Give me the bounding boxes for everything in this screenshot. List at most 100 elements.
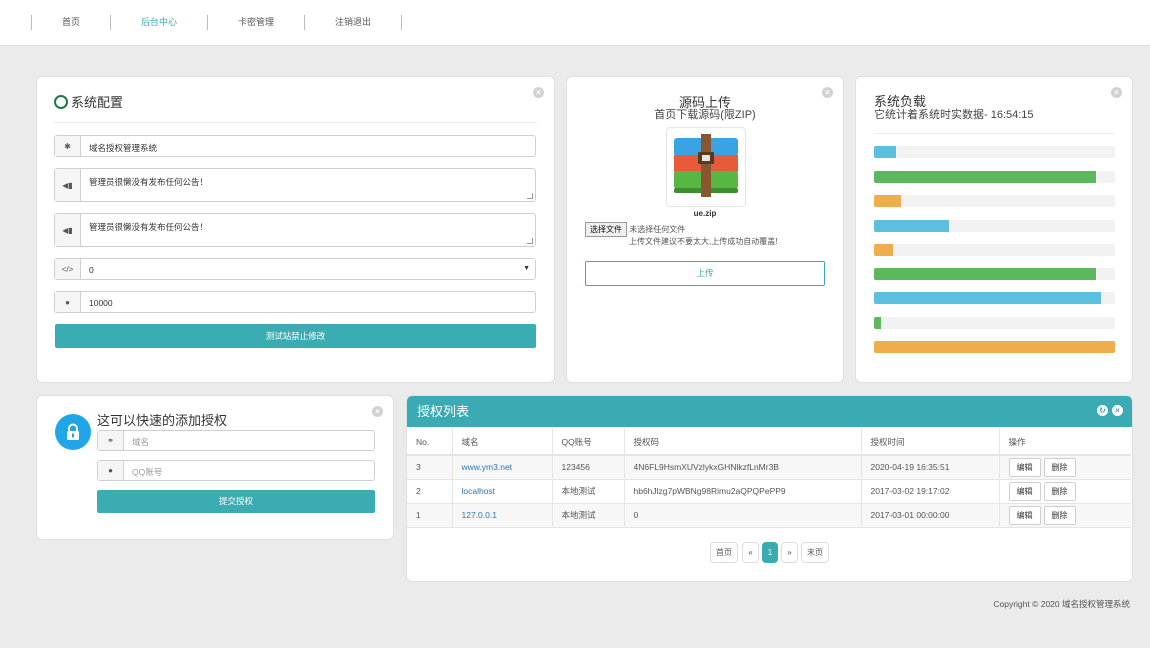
nav-divider <box>110 15 111 30</box>
load-bar-fill <box>874 317 882 329</box>
column-header: 授权时间 <box>861 429 1000 456</box>
card-title: 系统负载 <box>874 94 927 109</box>
load-bar-fill <box>874 171 1096 183</box>
nav-divider <box>304 15 305 30</box>
load-bar <box>874 268 1115 280</box>
page-prev[interactable]: « <box>742 542 759 563</box>
load-bar <box>874 292 1115 304</box>
notice-text-1: 管理员很懒没有发布任何公告！ <box>89 177 209 187</box>
page-next[interactable]: » <box>781 542 798 563</box>
license-list-card: 授权列表 ↻ × No. 域名 QQ账号 授权码 授权时间 操作 3 www.y… <box>406 395 1133 582</box>
circle-icon <box>54 95 68 109</box>
load-bar-fill <box>874 195 901 207</box>
load-bar <box>874 146 1115 158</box>
qq-value: 10000 <box>89 298 113 308</box>
load-bar-fill <box>874 146 896 158</box>
domain-link[interactable]: localhost <box>462 486 496 496</box>
footer-copyright: Copyright © 2020 域名授权管理系统 <box>993 599 1130 609</box>
cell-code: 4N6FL9HsmXUVzlykxGHNlkzfLnMr3B <box>624 455 862 480</box>
cell-actions: 编辑 删除 <box>999 455 1131 480</box>
edit-button[interactable]: 编辑 <box>1008 481 1041 501</box>
megaphone-icon: ◀▮ <box>55 214 81 246</box>
resize-handle[interactable] <box>527 238 533 244</box>
notice-textarea-2[interactable]: ◀▮ 管理员很懒没有发布任何公告！ <box>54 213 536 247</box>
gear-icon: ✱ <box>55 136 81 156</box>
quick-add-card: × 这可以快速的添加授权 ⚭ 域名 ● QQ账号 提交授权 <box>36 395 394 540</box>
choose-file-button[interactable]: 选择文件 <box>585 222 627 237</box>
cell-time: 2017-03-02 19:17:02 <box>861 479 1000 504</box>
penguin-icon: ● <box>55 292 81 312</box>
nav-home[interactable]: 首页 <box>62 16 80 29</box>
nav-admin-center[interactable]: 后台中心 <box>141 16 177 29</box>
page-first[interactable]: 首页 <box>710 542 738 563</box>
delete-button[interactable]: 删除 <box>1043 457 1076 477</box>
qq-field[interactable]: ● 10000 <box>54 291 536 313</box>
site-name-field[interactable]: ✱ 域名授权管理系统 <box>54 135 536 157</box>
nav-divider <box>401 15 402 30</box>
nav-divider <box>207 15 208 30</box>
load-bar-fill <box>874 244 894 256</box>
divider <box>54 122 537 123</box>
cell-qq: 本地测试 <box>552 503 625 528</box>
cell-code: hb6hJlzg7pWBNg98Rimu2aQPQPePP9 <box>624 479 862 504</box>
page-current[interactable]: 1 <box>762 542 778 563</box>
source-upload-card: × 源码上传 首页下载源码(限ZIP) ue.zip 选择文件 未选择任何文件 … <box>566 76 844 383</box>
column-header: 授权码 <box>624 429 862 456</box>
system-config-card: × 系统配置 ✱ 域名授权管理系统 ◀▮ 管理员很懒没有发布任何公告！ ◀▮ 管… <box>36 76 555 383</box>
megaphone-icon: ◀▮ <box>55 169 81 201</box>
load-bar-fill <box>874 292 1101 304</box>
penguin-icon: ● <box>98 461 124 480</box>
nav-divider <box>31 15 32 30</box>
cell-actions: 编辑 删除 <box>999 479 1131 504</box>
close-icon[interactable]: × <box>372 406 383 417</box>
top-navbar: 首页 后台中心 卡密管理 注销退出 <box>0 0 1150 46</box>
delete-button[interactable]: 删除 <box>1043 481 1076 501</box>
nav-card-management[interactable]: 卡密管理 <box>238 16 274 29</box>
system-load-card: × 系统负载 它统计着系统时实数据- 16:54:15 <box>855 76 1133 383</box>
close-icon[interactable]: × <box>533 87 544 98</box>
cell-domain: 127.0.0.1 <box>452 503 553 528</box>
resize-handle[interactable] <box>527 193 533 199</box>
load-bar-fill <box>874 220 949 232</box>
column-header: 操作 <box>999 429 1131 456</box>
nav-logout[interactable]: 注销退出 <box>335 16 371 29</box>
list-header: 授权列表 ↻ × <box>407 396 1132 427</box>
file-picker[interactable]: 选择文件 未选择任何文件 <box>585 222 685 237</box>
cell-code: 0 <box>624 503 862 528</box>
load-bar-fill <box>874 268 1096 280</box>
license-table: No. 域名 QQ账号 授权码 授权时间 操作 3 www.ym3.net 12… <box>407 429 1131 528</box>
domain-input[interactable]: ⚭ 域名 <box>97 430 375 451</box>
close-icon[interactable]: × <box>1112 405 1123 416</box>
close-icon[interactable]: × <box>1111 87 1122 98</box>
upload-button[interactable]: 上传 <box>585 261 825 286</box>
load-bar <box>874 317 1115 329</box>
domain-link[interactable]: 127.0.0.1 <box>462 510 497 520</box>
submit-license-button[interactable]: 提交授权 <box>97 490 375 513</box>
divider <box>874 133 1114 134</box>
load-bar <box>874 195 1115 207</box>
table-header-row: No. 域名 QQ账号 授权码 授权时间 操作 <box>407 429 1131 456</box>
qq-input[interactable]: ● QQ账号 <box>97 460 375 481</box>
notice-textarea-1[interactable]: ◀▮ 管理员很懒没有发布任何公告！ <box>54 168 536 202</box>
card-subtitle: 它统计着系统时实数据- 16:54:15 <box>874 109 1034 121</box>
card-title-text: 系统配置 <box>71 95 124 110</box>
option-select[interactable]: </> 0 ▼ <box>54 258 536 280</box>
load-bar-fill <box>874 341 1115 353</box>
edit-button[interactable]: 编辑 <box>1008 505 1041 525</box>
notice-text-2: 管理员很懒没有发布任何公告！ <box>89 222 209 232</box>
card-title: 这可以快速的添加授权 <box>97 413 228 428</box>
zip-archive-icon <box>666 127 746 207</box>
no-file-text: 未选择任何文件 <box>629 225 686 234</box>
refresh-icon[interactable]: ↻ <box>1097 405 1108 416</box>
column-header: No. <box>407 429 453 456</box>
delete-button[interactable]: 删除 <box>1043 505 1076 525</box>
page-last[interactable]: 末页 <box>801 542 829 563</box>
domain-link[interactable]: www.ym3.net <box>462 462 513 472</box>
load-bar <box>874 220 1115 232</box>
save-config-button[interactable]: 测试站禁止修改 <box>55 324 536 348</box>
cell-no: 2 <box>407 479 453 504</box>
cell-qq: 本地测试 <box>552 479 625 504</box>
edit-button[interactable]: 编辑 <box>1008 457 1041 477</box>
load-bar <box>874 244 1115 256</box>
cell-no: 3 <box>407 455 453 480</box>
